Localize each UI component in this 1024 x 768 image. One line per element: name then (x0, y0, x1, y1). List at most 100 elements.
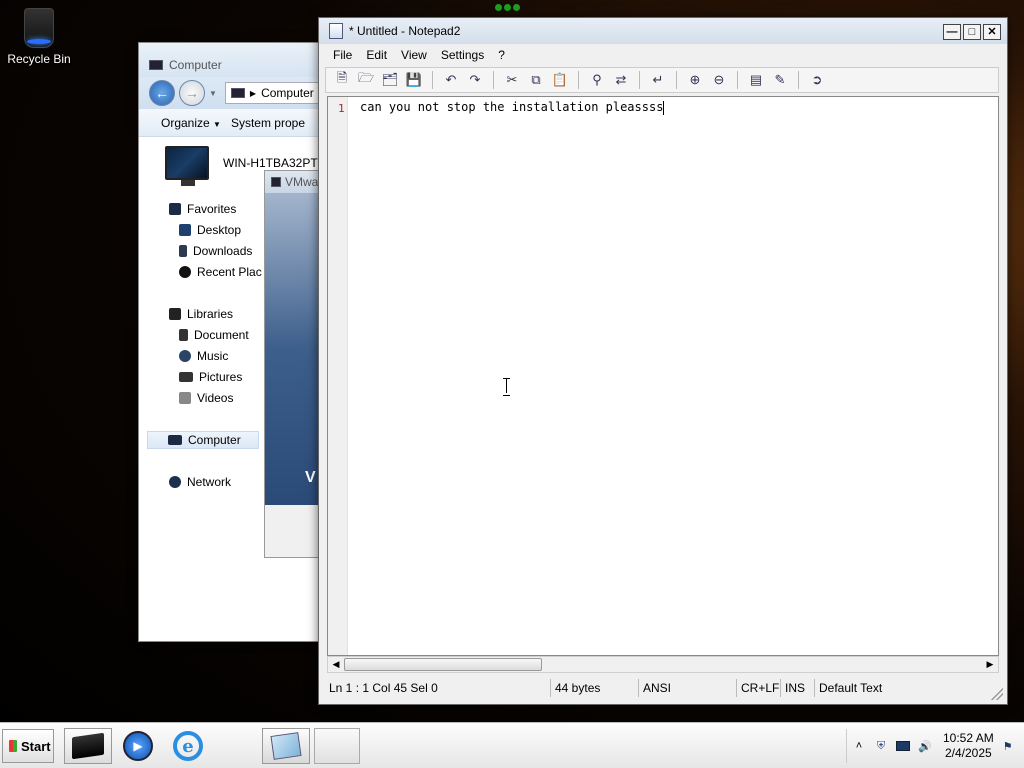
scroll-right-arrow-icon[interactable]: ▶ (982, 657, 998, 672)
music-icon (179, 350, 191, 362)
nav-label: Document (194, 328, 249, 342)
taskbar-media-player[interactable]: ▶ (118, 728, 158, 764)
clock-date: 2/4/2025 (944, 746, 992, 760)
zoom-in-icon[interactable]: ⊕ (685, 70, 705, 90)
nav-label: Network (187, 475, 232, 489)
recycle-bin-icon (24, 8, 54, 48)
find-icon[interactable]: ⚲ (587, 70, 607, 90)
nav-item-computer[interactable]: Computer (147, 431, 259, 449)
nav-item-documents[interactable]: Document (179, 326, 249, 344)
ibeam-cursor-icon (502, 377, 512, 396)
address-bar[interactable]: ▶ Computer (224, 82, 320, 104)
favorites-star-icon (169, 203, 181, 215)
status-encoding[interactable]: ANSI (639, 679, 737, 697)
minimize-button[interactable]: — (943, 24, 961, 40)
nav-item-downloads[interactable]: Downloads (179, 242, 252, 260)
new-file-icon[interactable]: 🗎 (332, 70, 352, 90)
paste-icon[interactable]: 📋 (550, 70, 570, 90)
nav-item-network[interactable]: Network (169, 473, 231, 491)
documents-icon (179, 329, 188, 341)
taskbar-server-manager[interactable] (64, 728, 112, 764)
recycle-bin-shortcut[interactable]: Recycle Bin (4, 6, 74, 76)
clock[interactable]: 10:52 AM 2/4/2025 (943, 731, 994, 761)
recent-pages-chevron-icon[interactable]: ▼ (209, 89, 217, 98)
schemes-icon[interactable]: ▤ (746, 70, 766, 90)
nav-label: Videos (197, 391, 234, 405)
scroll-left-arrow-icon[interactable]: ◀ (328, 657, 344, 672)
computer-icon (168, 435, 182, 445)
network-icon[interactable] (895, 739, 911, 753)
organize-label: Organize (161, 115, 210, 130)
start-button[interactable]: Start (2, 729, 54, 763)
text-editor[interactable]: 1 can you not stop the installation plea… (327, 96, 999, 656)
taskbar-notepad2[interactable] (262, 728, 310, 764)
line-number-gutter (328, 97, 348, 655)
taskbar-blank-window[interactable] (314, 728, 360, 764)
back-button[interactable]: ← (149, 80, 175, 106)
status-scheme[interactable]: Default Text (815, 679, 925, 697)
nav-item-pictures[interactable]: Pictures (179, 368, 242, 386)
system-properties-button[interactable]: System prope (231, 116, 305, 130)
menu-help[interactable]: ? (492, 46, 511, 64)
nav-item-music[interactable]: Music (179, 347, 228, 365)
recent-places-icon (179, 266, 191, 278)
show-hidden-icons-chevron-icon[interactable]: ˄ (851, 739, 867, 753)
status-line-endings[interactable]: CR+LF (737, 679, 781, 697)
nav-item-libraries[interactable]: Libraries (169, 305, 233, 323)
nav-item-desktop[interactable]: Desktop (179, 221, 241, 239)
text-caret (663, 100, 665, 115)
undo-icon[interactable]: ↶ (441, 70, 461, 90)
status-size: 44 bytes (551, 679, 639, 697)
menu-view[interactable]: View (395, 46, 433, 64)
action-center-flag-icon[interactable]: ⚑ (1000, 739, 1016, 753)
desktop-icon (179, 224, 191, 236)
taskbar-internet-explorer[interactable]: e (166, 728, 210, 764)
toolbar-separator (578, 71, 579, 89)
close-button[interactable]: ✕ (983, 24, 1001, 40)
copy-icon[interactable]: ⧉ (526, 70, 546, 90)
nav-item-favorites[interactable]: Favorites (169, 200, 236, 218)
browse-icon[interactable]: 🗂 (380, 70, 400, 90)
organize-button[interactable]: Organize ▼ (161, 116, 221, 130)
menu-settings[interactable]: Settings (435, 46, 490, 64)
toolbar-separator (798, 71, 799, 89)
monitor-icon (165, 146, 209, 186)
status-insert-mode[interactable]: INS (781, 679, 815, 697)
nav-item-recent-places[interactable]: Recent Plac (179, 263, 262, 281)
vmware-tools-shield-icon[interactable]: ⛨ (873, 739, 889, 753)
open-folder-icon[interactable]: 🗁 (356, 70, 376, 90)
window-title: * Untitled - Notepad2 (349, 24, 461, 38)
zoom-out-icon[interactable]: ⊖ (709, 70, 729, 90)
network-globe-icon (169, 476, 181, 488)
speaker-volume-icon[interactable]: 🔊 (917, 739, 933, 753)
videos-icon (179, 392, 191, 404)
menu-bar: File Edit View Settings ? (319, 44, 1007, 66)
exit-icon[interactable]: ➲ (807, 70, 827, 90)
menu-file[interactable]: File (327, 46, 358, 64)
downloads-icon (179, 245, 187, 257)
resize-grip-icon[interactable] (991, 688, 1003, 700)
menu-edit[interactable]: Edit (360, 46, 393, 64)
computer-icon (230, 88, 245, 98)
word-wrap-icon[interactable]: ↵ (648, 70, 668, 90)
computer-name: WIN-H1TBA32PT (223, 156, 318, 170)
toolbar-separator (493, 71, 494, 89)
notepad2-icon (270, 732, 302, 760)
scrollbar-thumb[interactable] (344, 658, 542, 671)
customize-schemes-icon[interactable]: ✎ (770, 70, 790, 90)
nav-label: Computer (188, 433, 241, 447)
horizontal-scrollbar[interactable]: ◀ ▶ (327, 656, 999, 673)
save-icon[interactable]: 💾 (404, 70, 424, 90)
redo-icon[interactable]: ↷ (465, 70, 485, 90)
notepad-titlebar[interactable]: * Untitled - Notepad2 (319, 18, 1007, 44)
explorer-navbar: ← → ▼ ▶ Computer (139, 77, 327, 109)
replace-icon[interactable]: ⇄ (611, 70, 631, 90)
toolbar-separator (432, 71, 433, 89)
libraries-icon (169, 308, 181, 320)
toolbar-separator (639, 71, 640, 89)
cut-icon[interactable]: ✂ (502, 70, 522, 90)
maximize-button[interactable]: □ (963, 24, 981, 40)
address-chevron-icon[interactable]: ▶ (250, 89, 256, 98)
nav-item-videos[interactable]: Videos (179, 389, 233, 407)
forward-button[interactable]: → (179, 80, 205, 106)
